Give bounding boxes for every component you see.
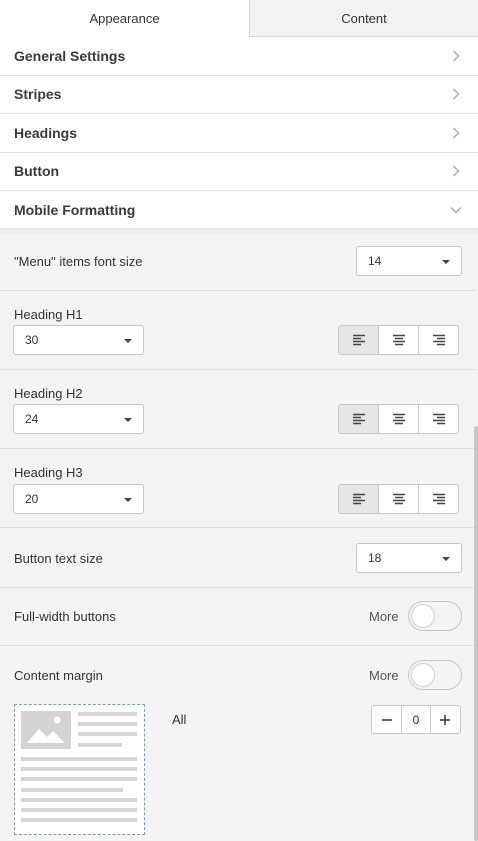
- button-text-size-label: Button text size: [14, 551, 103, 566]
- heading-h3-select[interactable]: 20: [13, 484, 144, 514]
- select-value: 14: [368, 254, 382, 268]
- all-margin-label: All: [172, 712, 187, 727]
- align-right-icon: [432, 413, 445, 425]
- chevron-right-icon: [448, 86, 464, 102]
- align-center-button[interactable]: [379, 326, 419, 354]
- heading-h1-row: Heading H1 30: [0, 291, 476, 370]
- accordion-button[interactable]: Button: [0, 153, 478, 191]
- heading-h3-label: Heading H3: [14, 465, 83, 480]
- caret-down-icon: [124, 418, 132, 422]
- align-left-icon: [352, 493, 365, 505]
- tab-content[interactable]: Content: [250, 0, 478, 37]
- content-margin-stepper: 0: [371, 705, 461, 734]
- select-value: 24: [25, 412, 39, 426]
- chevron-down-icon: [448, 202, 464, 218]
- accordion-label: Button: [14, 163, 60, 180]
- caret-down-icon: [442, 260, 450, 264]
- align-center-button[interactable]: [379, 485, 419, 513]
- menu-font-size-row: "Menu" items font size 14: [0, 231, 476, 291]
- accordion-headings[interactable]: Headings: [0, 114, 478, 153]
- align-left-icon: [352, 334, 365, 346]
- align-right-icon: [432, 493, 445, 505]
- align-left-icon: [352, 413, 365, 425]
- image-placeholder-icon: [21, 711, 71, 749]
- chevron-right-icon: [448, 163, 464, 179]
- select-value: 30: [25, 333, 39, 347]
- caret-down-icon: [442, 557, 450, 561]
- heading-h1-label: Heading H1: [14, 307, 83, 322]
- toggle-knob: [411, 663, 435, 687]
- heading-h3-align-group: [338, 484, 459, 514]
- more-label: More: [369, 609, 399, 624]
- accordion-label: General Settings: [14, 47, 126, 64]
- accordion-mobile-formatting[interactable]: Mobile Formatting: [0, 191, 478, 230]
- content-margin-toggle[interactable]: [408, 660, 462, 690]
- menu-font-size-label: "Menu" items font size: [14, 254, 143, 269]
- plus-icon: [440, 714, 451, 725]
- content-margin-value[interactable]: 0: [401, 706, 431, 733]
- heading-h3-row: Heading H3 20: [0, 449, 476, 528]
- more-label: More: [369, 668, 399, 683]
- align-center-button[interactable]: [379, 405, 419, 433]
- accordion-label: Stripes: [14, 86, 62, 103]
- menu-font-size-select[interactable]: 14: [356, 246, 462, 276]
- align-right-icon: [432, 334, 445, 346]
- toggle-knob: [411, 604, 435, 628]
- full-width-buttons-row: Full-width buttons More: [0, 588, 476, 646]
- align-center-icon: [392, 413, 405, 425]
- button-text-size-row: Button text size 18: [0, 528, 476, 588]
- select-value: 20: [25, 492, 39, 506]
- select-value: 18: [368, 551, 382, 565]
- full-width-buttons-toggle[interactable]: [408, 601, 462, 631]
- scrollbar[interactable]: [474, 426, 478, 841]
- tab-appearance[interactable]: Appearance: [0, 0, 250, 37]
- heading-h2-label: Heading H2: [14, 386, 83, 401]
- settings-accordion: General Settings Stripes Headings Button…: [0, 37, 478, 230]
- chevron-right-icon: [448, 48, 464, 64]
- minus-icon: [381, 718, 392, 721]
- heading-h1-select[interactable]: 30: [13, 325, 144, 355]
- accordion-general-settings[interactable]: General Settings: [0, 37, 478, 76]
- chevron-right-icon: [448, 125, 464, 141]
- align-left-button[interactable]: [339, 326, 379, 354]
- align-right-button[interactable]: [419, 485, 458, 513]
- heading-h2-select[interactable]: 24: [13, 404, 144, 434]
- increment-button[interactable]: [431, 706, 460, 733]
- align-left-button[interactable]: [339, 485, 379, 513]
- align-center-icon: [392, 493, 405, 505]
- accordion-label: Mobile Formatting: [14, 202, 136, 219]
- content-margin-label: Content margin: [14, 668, 103, 683]
- button-text-size-select[interactable]: 18: [356, 543, 462, 573]
- align-right-button[interactable]: [419, 326, 458, 354]
- tab-bar: Appearance Content: [0, 0, 478, 37]
- heading-h1-align-group: [338, 325, 459, 355]
- full-width-buttons-label: Full-width buttons: [14, 609, 116, 624]
- caret-down-icon: [124, 498, 132, 502]
- content-margin-preview: [14, 704, 145, 835]
- align-center-icon: [392, 334, 405, 346]
- heading-h2-align-group: [338, 404, 459, 434]
- heading-h2-row: Heading H2 24: [0, 370, 476, 449]
- decrement-button[interactable]: [372, 706, 401, 733]
- align-left-button[interactable]: [339, 405, 379, 433]
- accordion-label: Headings: [14, 124, 78, 141]
- align-right-button[interactable]: [419, 405, 458, 433]
- accordion-stripes[interactable]: Stripes: [0, 76, 478, 114]
- caret-down-icon: [124, 339, 132, 343]
